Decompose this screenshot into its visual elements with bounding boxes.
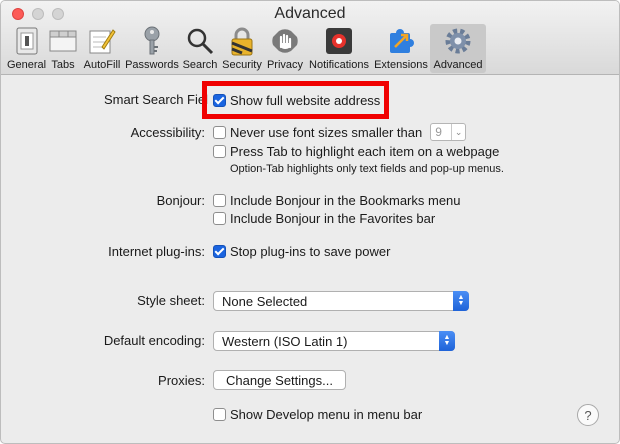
tab-privacy-label: Privacy — [266, 59, 304, 71]
notification-icon — [324, 26, 354, 56]
show-develop-checkbox[interactable] — [213, 407, 226, 421]
plugins-label: Internet plug-ins: — [108, 244, 205, 259]
bonjour-favorites-label: Include Bonjour in the Favorites bar — [230, 210, 436, 226]
tab-notifications[interactable]: Notifications — [306, 24, 372, 73]
encoding-label: Default encoding: — [103, 333, 205, 348]
option-tab-note: Option-Tab highlights only text fields a… — [230, 163, 504, 175]
gear-icon — [443, 26, 473, 56]
puzzle-icon — [386, 26, 416, 56]
press-tab-label: Press Tab to highlight each item on a we… — [230, 143, 500, 159]
press-tab-checkbox[interactable] — [213, 144, 226, 158]
accessibility-label: Accessibility: — [130, 125, 205, 140]
press-tab-option[interactable]: Press Tab to highlight each item on a we… — [213, 142, 499, 160]
proxies-label: Proxies: — [158, 373, 205, 388]
bonjour-favorites-option[interactable]: Include Bonjour in the Favorites bar — [213, 209, 435, 227]
bonjour-bookmarks-label: Include Bonjour in the Bookmarks menu — [230, 192, 461, 208]
titlebar: Advanced General Tabs AutoFill Passwords… — [1, 1, 619, 75]
bonjour-favorites-checkbox[interactable] — [213, 211, 226, 225]
tabs-icon — [48, 26, 78, 56]
tab-general-label: General — [6, 59, 47, 71]
highlight-annotation — [202, 81, 389, 119]
tab-general[interactable]: General — [7, 24, 46, 73]
search-icon — [185, 26, 215, 56]
show-develop-label: Show Develop menu in menu bar — [230, 406, 423, 422]
bonjour-label: Bonjour: — [156, 193, 205, 208]
encoding-value: Western (ISO Latin 1) — [222, 333, 348, 349]
tab-privacy[interactable]: Privacy — [264, 24, 306, 73]
tab-passwords-label: Passwords — [125, 59, 179, 71]
style-sheet-label: Style sheet: — [137, 293, 205, 308]
tab-search[interactable]: Search — [180, 24, 220, 73]
tab-notifications-label: Notifications — [309, 59, 369, 71]
min-font-size-value: 9 — [435, 125, 442, 139]
updown-arrows-icon: ▲ ▼ — [439, 331, 455, 351]
bonjour-bookmarks-option[interactable]: Include Bonjour in the Bookmarks menu — [213, 191, 461, 209]
advanced-pane: Smart Search Fiel Show full website addr… — [1, 76, 619, 443]
style-sheet-select[interactable]: None Selected ▲ ▼ — [213, 291, 469, 311]
window-title: Advanced — [274, 5, 346, 22]
min-font-option[interactable]: Never use font sizes smaller than 9 ⌄ — [213, 123, 467, 141]
tab-security[interactable]: Security — [220, 24, 264, 73]
help-button[interactable]: ? — [577, 404, 599, 426]
hand-icon — [270, 26, 300, 56]
tab-advanced[interactable]: Advanced — [430, 24, 486, 73]
key-icon — [137, 26, 167, 56]
min-font-label: Never use font sizes smaller than — [230, 124, 423, 140]
stop-plugins-option[interactable]: Stop plug-ins to save power — [213, 242, 390, 260]
change-settings-button[interactable]: Change Settings... — [213, 370, 346, 390]
bonjour-bookmarks-checkbox[interactable] — [213, 193, 226, 207]
updown-arrows-icon: ▲ ▼ — [453, 291, 469, 311]
preferences-toolbar: General Tabs AutoFill Passwords Search S… — [7, 24, 486, 74]
show-develop-option[interactable]: Show Develop menu in menu bar — [213, 405, 422, 423]
chevron-down-icon: ⌄ — [451, 124, 465, 140]
tab-advanced-label: Advanced — [433, 59, 483, 71]
tab-tabs-label: Tabs — [51, 59, 75, 71]
tab-tabs[interactable]: Tabs — [46, 24, 80, 73]
tab-autofill-label: AutoFill — [83, 59, 121, 71]
tab-autofill[interactable]: AutoFill — [80, 24, 124, 73]
lock-icon — [227, 26, 257, 56]
stop-plugins-checkbox[interactable] — [213, 244, 226, 258]
preferences-window: Advanced General Tabs AutoFill Passwords… — [0, 0, 620, 444]
smart-search-label: Smart Search Fiel — [103, 92, 208, 107]
tab-search-label: Search — [182, 59, 218, 71]
min-font-size-select[interactable]: 9 ⌄ — [430, 123, 467, 141]
tab-extensions-label: Extensions — [374, 59, 428, 71]
autofill-icon — [87, 26, 117, 56]
tab-passwords[interactable]: Passwords — [124, 24, 180, 73]
min-font-checkbox[interactable] — [213, 125, 226, 139]
general-icon — [12, 26, 42, 56]
style-sheet-value: None Selected — [222, 293, 308, 309]
tab-security-label: Security — [222, 59, 262, 71]
stop-plugins-label: Stop plug-ins to save power — [230, 243, 391, 259]
encoding-select[interactable]: Western (ISO Latin 1) ▲ ▼ — [213, 331, 455, 351]
tab-extensions[interactable]: Extensions — [372, 24, 430, 73]
